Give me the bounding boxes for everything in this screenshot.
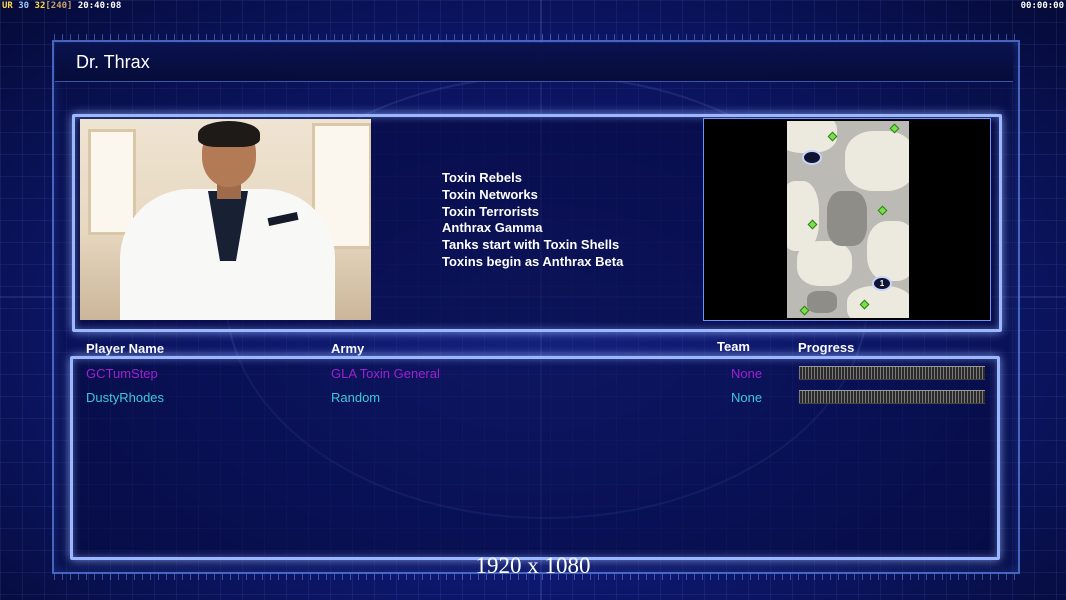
map-preview: 1: [703, 118, 991, 321]
resolution-label: 1920 x 1080: [475, 553, 591, 578]
portrait-hair: [198, 121, 260, 147]
player-team: None: [731, 390, 763, 405]
player-progress-bar: [799, 366, 985, 380]
map-start-position: [802, 150, 822, 165]
map-terrain-rock: [807, 291, 837, 313]
map-supply-icon: [877, 205, 888, 216]
map-terrain-snow: [867, 221, 909, 281]
header-player-name: Player Name: [86, 341, 165, 356]
status-left: UR 30 32[240] 20:40:08: [2, 0, 121, 12]
trait-item: Toxin Networks: [442, 186, 538, 202]
header-team: Team: [717, 339, 750, 354]
trait-item: Toxin Rebels: [442, 170, 522, 185]
player-army: Random: [331, 390, 381, 405]
trait-item: Anthrax Gamma: [442, 220, 543, 236]
map-terrain-rock: [827, 191, 867, 246]
player-team: None: [731, 366, 763, 381]
header-army: Army: [331, 341, 365, 356]
general-traits-list: Toxin Rebels Toxin Networks Toxin Terror…: [442, 170, 623, 271]
status-overlay: UR 30 32[240] 20:40:08 00:00:00: [0, 0, 1066, 12]
header-progress: Progress: [798, 340, 855, 355]
trait-item: Toxins begin as Anthrax Beta: [442, 253, 624, 269]
player-progress-bar: [799, 390, 985, 404]
player-army: GLA Toxin General: [331, 366, 440, 381]
player-name: GCTumStep: [86, 366, 158, 381]
clock-value: 20:40:08: [77, 1, 122, 11]
players-list-panel: [70, 356, 1000, 560]
logic-max-value: [240]: [45, 1, 73, 11]
map-terrain-snow: [845, 131, 909, 191]
logic-value: 32: [34, 1, 46, 11]
general-portrait: [80, 119, 371, 320]
player-name: DustyRhodes: [86, 390, 165, 405]
fps-value: 30: [18, 1, 30, 11]
frame-top-ticks: [54, 34, 1018, 40]
general-name-title: Dr. Thrax: [76, 52, 150, 72]
map-terrain-snow: [847, 286, 909, 318]
map-terrain-snow: [797, 241, 852, 286]
map-minimap-image: 1: [787, 121, 909, 318]
trait-item: Toxin Terrorists: [442, 203, 540, 219]
trait-item: Tanks start with Toxin Shells: [442, 237, 620, 253]
portrait-window-left: [88, 129, 136, 235]
title-bar: Dr. Thrax: [55, 43, 1013, 82]
ur-label: UR: [2, 1, 13, 11]
game-timer: 00:00:00: [1020, 1, 1064, 11]
map-start-position-1: 1: [872, 276, 892, 291]
